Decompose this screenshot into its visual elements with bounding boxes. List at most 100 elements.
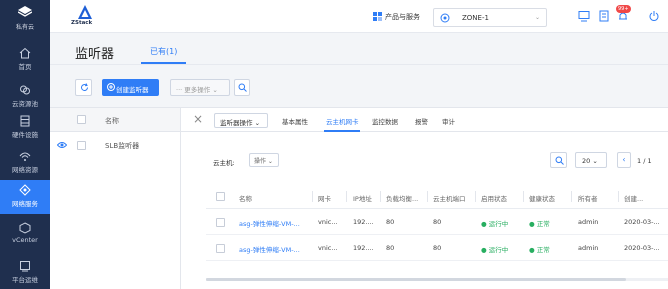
column-divider: [380, 191, 381, 202]
vm-label: 云主机:: [213, 159, 235, 167]
nav-item-label: vCenter: [12, 236, 38, 244]
tab-basic-properties[interactable]: 基本属性: [282, 116, 308, 126]
cloud-pool-icon: [20, 85, 30, 95]
listener-list: 名称 SLB监听器: [50, 107, 180, 289]
col-owner[interactable]: 所有者: [578, 193, 598, 203]
tab-monitoring[interactable]: 监控数据: [372, 116, 398, 126]
list-header: 名称: [50, 108, 180, 132]
home-icon: [19, 47, 31, 59]
nav-item-cloud-pool[interactable]: 云资源池: [0, 80, 50, 112]
search-icon: [238, 83, 247, 92]
zone-select[interactable]: ZONE-1 ⌄: [433, 8, 547, 27]
row-checkbox[interactable]: [216, 218, 225, 227]
monitor-icon[interactable]: [578, 10, 590, 22]
chevron-down-icon: ⌄: [534, 14, 540, 21]
col-name[interactable]: 名称: [239, 193, 252, 203]
plus-icon: [107, 83, 115, 91]
tab-all[interactable]: 已有(1): [150, 46, 177, 57]
page-size-label: 20 ⌄: [582, 157, 598, 165]
owner-cell: admin: [578, 218, 599, 226]
select-all-checkbox[interactable]: [216, 192, 225, 201]
more-actions-label: ··· 更多操作 ⌄: [176, 86, 218, 94]
listener-name: SLB监听器: [105, 142, 140, 150]
nic-cell: vnic...: [318, 244, 338, 252]
nav-item-vcenter[interactable]: vCenter: [0, 218, 50, 250]
nav-item-ops[interactable]: 平台运维: [0, 256, 50, 288]
nav-item-label: 网络服务: [12, 200, 38, 208]
vm-name-link[interactable]: asg-弹性伸缩-VM-...: [239, 218, 300, 228]
page-title: 监听器: [75, 47, 115, 62]
vm-name-link[interactable]: asg-弹性伸缩-VM-...: [239, 244, 300, 254]
brand-name: ZStack: [71, 20, 93, 26]
left-nav: 私有云 首页 云资源池 硬件设施 网络资源 网络服务 vCenter 平台运维: [0, 0, 50, 289]
power-icon[interactable]: [648, 10, 660, 22]
created-cell: 2020-03-...: [624, 244, 660, 252]
pagination-text: 1 / 1: [637, 157, 652, 165]
close-icon[interactable]: ×: [193, 112, 203, 126]
document-icon[interactable]: [598, 10, 610, 22]
tab-alarm[interactable]: 报警: [415, 116, 428, 126]
enabled-status: ● 运行中: [481, 246, 509, 254]
eye-icon[interactable]: [57, 141, 67, 149]
col-created[interactable]: 创建...: [624, 193, 643, 203]
product-service-label: 产品与服务: [385, 13, 420, 21]
horizontal-scrollbar[interactable]: [206, 278, 668, 281]
prev-page-button[interactable]: ‹: [617, 152, 631, 168]
health-status-text: 正常: [536, 220, 550, 228]
col-nic[interactable]: 网卡: [318, 193, 331, 203]
brand-logo[interactable]: ZStack: [71, 5, 101, 29]
col-enabled[interactable]: 启用状态: [481, 193, 507, 203]
ops-icon: [20, 261, 30, 272]
tab-vm-nic[interactable]: 云主机网卡: [326, 116, 359, 126]
vm-actions-dropdown[interactable]: 操作 ⌄: [249, 153, 279, 167]
column-divider: [475, 191, 476, 202]
health-status-text: 正常: [536, 246, 550, 254]
listener-actions-text: 监听器操作: [220, 119, 253, 127]
health-status: ● 正常: [529, 220, 550, 228]
nav-item-network-service[interactable]: 网络服务: [0, 180, 50, 214]
scrollbar-thumb[interactable]: [206, 278, 626, 281]
listener-actions-label: 监听器操作 ⌄: [220, 119, 261, 127]
tab-active-indicator: [324, 130, 360, 132]
col-health[interactable]: 健康状态: [529, 193, 555, 203]
grid-icon: [373, 12, 382, 21]
nic-cell: vnic...: [318, 218, 338, 226]
nav-item-network[interactable]: 网络资源: [0, 146, 50, 178]
search-icon: [555, 156, 564, 165]
enabled-status-text: 运行中: [488, 246, 509, 254]
tab-audit[interactable]: 审计: [442, 116, 455, 126]
nav-item-home[interactable]: 首页: [0, 43, 50, 75]
create-listener-button[interactable]: 创建监听器: [102, 79, 159, 96]
select-all-checkbox[interactable]: [77, 115, 86, 124]
column-name-header: 名称: [105, 117, 119, 125]
col-vm-port[interactable]: 云主机端口: [433, 193, 466, 203]
search-button[interactable]: [234, 79, 250, 96]
vm-port-cell: 80: [433, 218, 442, 226]
refresh-button[interactable]: [75, 79, 92, 96]
create-listener-label: 创建监听器: [116, 86, 149, 94]
row-checkbox[interactable]: [216, 244, 225, 253]
list-item[interactable]: SLB监听器: [50, 133, 180, 157]
col-lb-port[interactable]: 负载均衡...: [386, 193, 418, 203]
column-divider: [523, 191, 524, 202]
table-row[interactable]: asg-弹性伸缩-VM-... vnic... 192.... 80 80 ● …: [206, 210, 668, 235]
table-search-button[interactable]: [550, 152, 567, 168]
col-ip[interactable]: IP地址: [353, 193, 372, 203]
nav-logo[interactable]: 私有云: [0, 0, 50, 38]
network-service-icon: [19, 184, 31, 196]
zone-value: ZONE-1: [462, 14, 489, 22]
detail-panel: × 监听器操作 ⌄ 基本属性 云主机网卡 监控数据 报警 审计 云主机: 操作 …: [180, 107, 668, 289]
enabled-status-text: 运行中: [488, 220, 509, 228]
listener-actions-dropdown[interactable]: 监听器操作 ⌄: [214, 113, 268, 128]
more-actions-dropdown[interactable]: ··· 更多操作 ⌄: [170, 79, 230, 96]
nav-item-label: 网络资源: [12, 166, 38, 174]
row-checkbox[interactable]: [77, 141, 86, 150]
created-cell: 2020-03-...: [624, 218, 660, 226]
nav-item-hardware[interactable]: 硬件设施: [0, 111, 50, 143]
lb-port-cell: 80: [386, 244, 395, 252]
header-divider: [50, 64, 668, 65]
zstack-logo-icon: [78, 5, 92, 19]
page-size-select[interactable]: 20 ⌄: [575, 152, 607, 168]
table-row[interactable]: asg-弹性伸缩-VM-... vnic... 192.... 80 80 ● …: [206, 236, 668, 261]
nav-item-label: 硬件设施: [12, 131, 38, 139]
